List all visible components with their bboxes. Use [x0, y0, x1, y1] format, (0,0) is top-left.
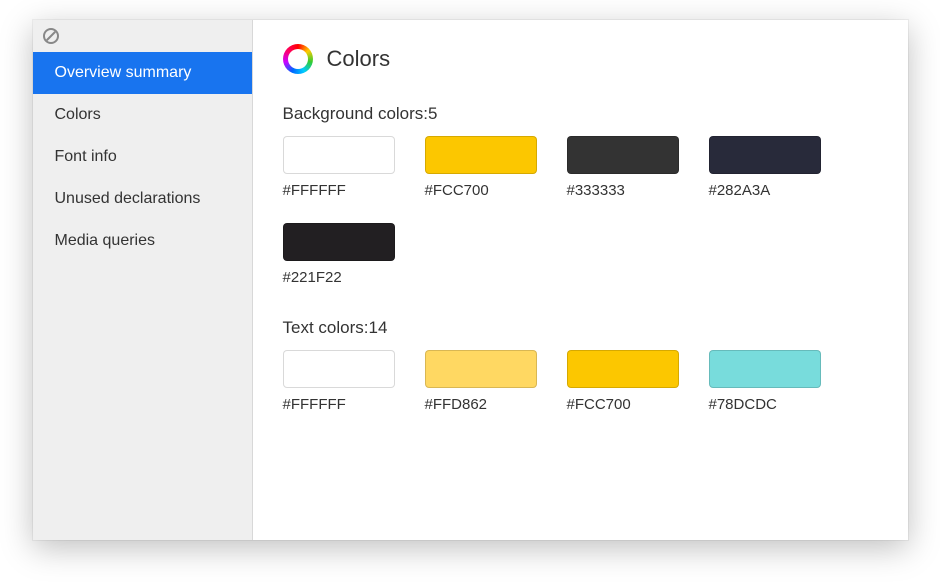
- swatch-label: #FCC700: [567, 396, 679, 413]
- swatch-label: #FCC700: [425, 182, 537, 199]
- color-swatch[interactable]: #333333: [567, 136, 679, 199]
- color-swatch[interactable]: #282A3A: [709, 136, 821, 199]
- sidebar-item-label: Unused declarations: [55, 190, 201, 207]
- swatch-box: [283, 223, 395, 261]
- swatch-box: [567, 136, 679, 174]
- swatch-label: #282A3A: [709, 182, 821, 199]
- swatch-box: [709, 136, 821, 174]
- section-count: 5: [428, 104, 437, 123]
- swatch-box: [425, 350, 537, 388]
- swatch-box: [567, 350, 679, 388]
- swatch-box: [425, 136, 537, 174]
- sidebar-item-label: Colors: [55, 106, 101, 123]
- sidebar-item-label: Font info: [55, 148, 117, 165]
- text-swatches: #FFFFFF #FFD862 #FCC700 #78DCDC: [283, 350, 878, 413]
- sidebar-item-overview-summary[interactable]: Overview summary: [33, 52, 252, 94]
- color-swatch[interactable]: #FFD862: [425, 350, 537, 413]
- background-swatches: #FFFFFF #FCC700 #333333 #282A3A #221F22: [283, 136, 878, 286]
- colors-icon: [283, 44, 313, 74]
- swatch-label: #333333: [567, 182, 679, 199]
- sidebar: Overview summary Colors Font info Unused…: [33, 20, 253, 540]
- swatch-label: #221F22: [283, 269, 395, 286]
- text-colors-section: Text colors:14 #FFFFFF #FFD862 #FCC700: [283, 318, 878, 413]
- section-heading: Background colors:5: [283, 104, 878, 124]
- color-swatch[interactable]: #78DCDC: [709, 350, 821, 413]
- swatch-box: [283, 136, 395, 174]
- color-swatch[interactable]: #FCC700: [425, 136, 537, 199]
- color-swatch[interactable]: #FCC700: [567, 350, 679, 413]
- page-title: Colors: [327, 46, 391, 72]
- swatch-label: #FFFFFF: [283, 396, 395, 413]
- swatch-box: [283, 350, 395, 388]
- sidebar-item-unused-declarations[interactable]: Unused declarations: [33, 178, 252, 220]
- sidebar-header: [33, 20, 252, 52]
- section-label: Text colors:: [283, 318, 369, 337]
- section-heading: Text colors:14: [283, 318, 878, 338]
- swatch-label: #78DCDC: [709, 396, 821, 413]
- color-swatch[interactable]: #FFFFFF: [283, 350, 395, 413]
- section-count: 14: [368, 318, 387, 337]
- section-label: Background colors:: [283, 104, 429, 123]
- color-swatch[interactable]: #FFFFFF: [283, 136, 395, 199]
- swatch-box: [709, 350, 821, 388]
- sidebar-item-font-info[interactable]: Font info: [33, 136, 252, 178]
- content-area: Colors Background colors:5 #FFFFFF #FCC7…: [253, 20, 908, 540]
- sidebar-item-colors[interactable]: Colors: [33, 94, 252, 136]
- color-swatch[interactable]: #221F22: [283, 223, 395, 286]
- swatch-label: #FFFFFF: [283, 182, 395, 199]
- sidebar-item-label: Media queries: [55, 232, 156, 249]
- background-colors-section: Background colors:5 #FFFFFF #FCC700 #333…: [283, 104, 878, 286]
- content-header: Colors: [283, 44, 878, 74]
- css-overview-panel: Overview summary Colors Font info Unused…: [33, 20, 908, 540]
- clear-icon[interactable]: [43, 28, 59, 44]
- sidebar-item-label: Overview summary: [55, 64, 192, 81]
- sidebar-item-media-queries[interactable]: Media queries: [33, 220, 252, 262]
- swatch-label: #FFD862: [425, 396, 537, 413]
